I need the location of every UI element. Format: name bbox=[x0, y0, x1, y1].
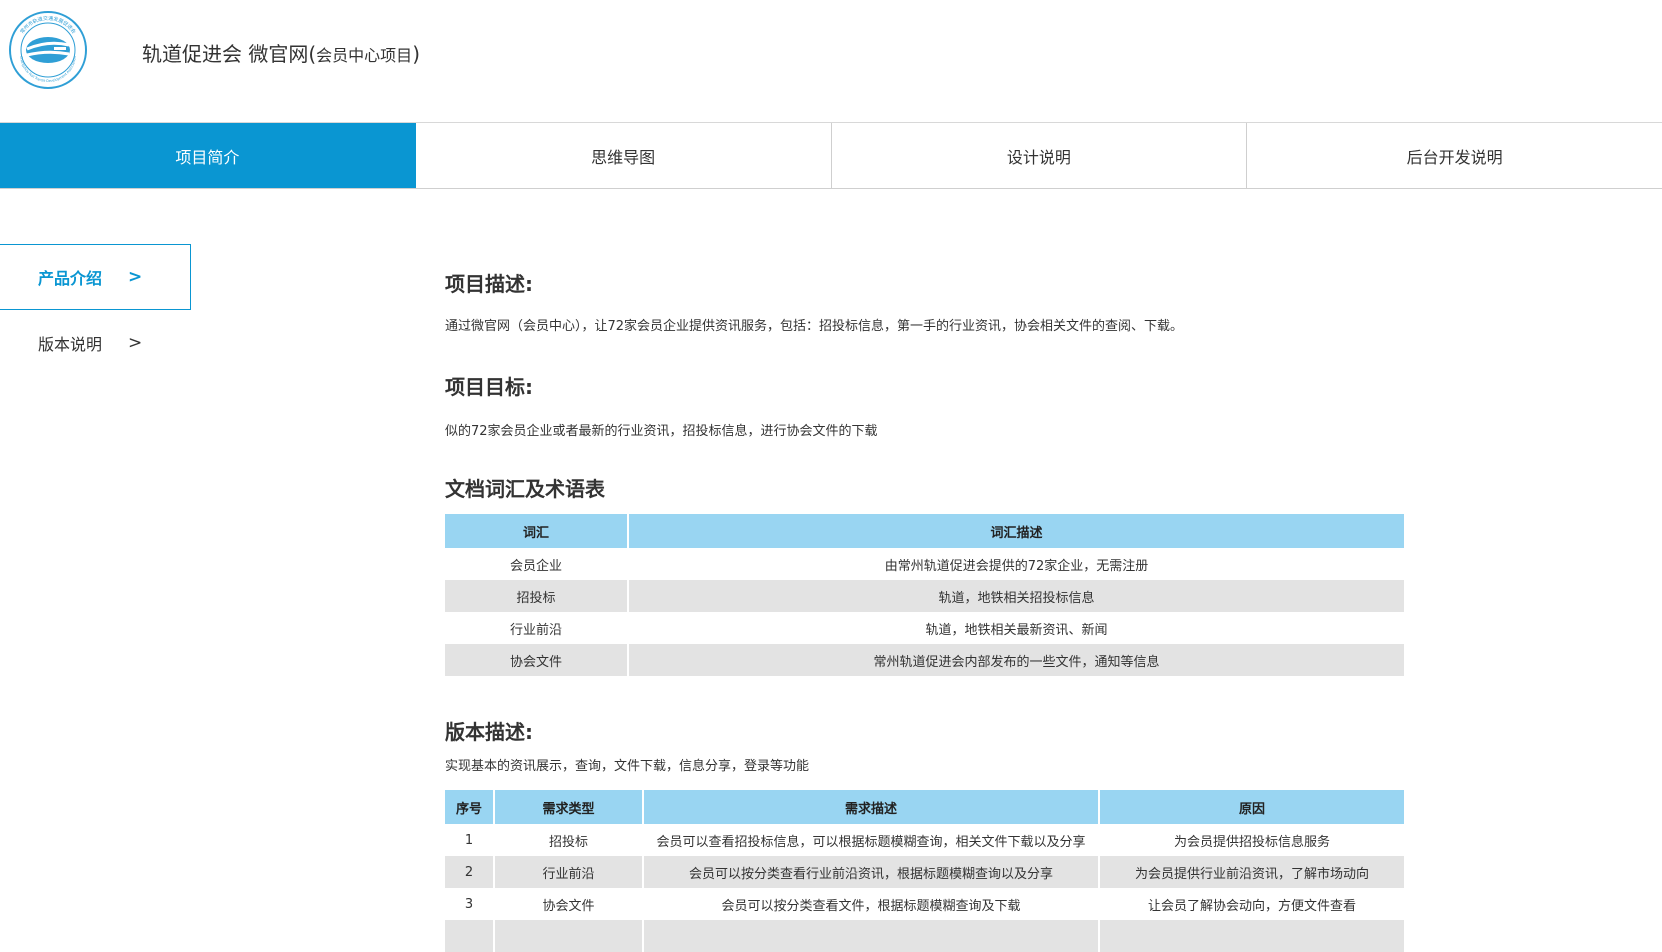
tab-backend-notes[interactable]: 后台开发说明 bbox=[1247, 123, 1662, 188]
tab-project-intro[interactable]: 项目简介 bbox=[0, 123, 416, 188]
glossary-table: 词汇 词汇描述 会员企业 由常州轨道促进会提供的72家企业，无需注册 招投标 轨… bbox=[445, 514, 1404, 676]
table-cell: 为会员提供招投标信息服务 bbox=[1173, 834, 1330, 850]
table-row bbox=[445, 920, 1404, 952]
sidebar-item-label: 产品介绍 bbox=[38, 269, 103, 288]
sidebar-item-product-intro[interactable]: 产品介绍 > bbox=[0, 244, 191, 310]
version-description-heading: 版本描述: bbox=[445, 720, 533, 744]
logo-icon: 常州市轨道交通发展促进会 Changzhou Rail Transit Deve… bbox=[9, 11, 87, 89]
tab-design-notes[interactable]: 设计说明 bbox=[832, 123, 1248, 188]
table-cell: 会员可以按分类查看文件，根据标题模糊查询及下载 bbox=[643, 888, 1100, 920]
table-cell: 招投标 bbox=[445, 580, 629, 612]
sidebar-item-version-notes[interactable]: 版本说明 > bbox=[0, 310, 191, 376]
site-header: 常州市轨道交通发展促进会 Changzhou Rail Transit Deve… bbox=[0, 0, 1662, 123]
table-row: 协会文件 常州轨道促进会内部发布的一些文件，通知等信息 bbox=[445, 644, 1404, 676]
column-header: 原因 bbox=[1099, 790, 1404, 824]
main-nav: 项目简介 思维导图 设计说明 后台开发说明 bbox=[0, 123, 1662, 189]
glossary-heading: 文档词汇及术语表 bbox=[445, 477, 605, 501]
sidebar-item-label: 版本说明 bbox=[38, 335, 103, 354]
project-description-text: 通过微官网（会员中心），让72家会员企业提供资讯服务，包括：招投标信息，第一手的… bbox=[445, 319, 1184, 334]
site-title: 轨道促进会 微官网(会员中心项目) bbox=[142, 38, 420, 67]
table-row: 3 协会文件 会员可以按分类查看文件，根据标题模糊查询及下载 让会员了解协会动向… bbox=[445, 888, 1404, 920]
table-row: 2 行业前沿 会员可以按分类查看行业前沿资讯，根据标题模糊查询以及分享 为会员提… bbox=[445, 856, 1404, 888]
table-cell: 由常州轨道促进会提供的72家企业，无需注册 bbox=[884, 558, 1149, 574]
sidebar: 产品介绍 > 版本说明 > bbox=[0, 244, 191, 376]
main-content: 项目描述: 通过微官网（会员中心），让72家会员企业提供资讯服务，包括：招投标信… bbox=[445, 268, 1405, 952]
table-cell: 1 bbox=[445, 824, 495, 856]
column-header: 词汇 bbox=[445, 514, 629, 548]
table-cell: 让会员了解协会动向，方便文件查看 bbox=[1147, 898, 1356, 914]
table-cell: 招投标 bbox=[494, 824, 644, 856]
table-row: 1 招投标 会员可以查看招投标信息，可以根据标题模糊查询，相关文件下载以及分享 … bbox=[445, 824, 1404, 856]
table-cell: 协会文件 bbox=[494, 888, 644, 920]
table-cell: 会员可以按分类查看行业前沿资讯，根据标题模糊查询以及分享 bbox=[643, 856, 1100, 888]
table-cell: 2 bbox=[445, 856, 495, 888]
table-cell: 会员企业 bbox=[445, 548, 629, 580]
table-cell: 为会员提供行业前沿资讯，了解市场动向 bbox=[1099, 856, 1404, 888]
table-row: 招投标 轨道，地铁相关招投标信息 bbox=[445, 580, 1404, 612]
site-title-sub: 会员中心项目 bbox=[316, 46, 413, 65]
table-cell: 轨道，地铁相关招投标信息 bbox=[628, 580, 1404, 612]
column-header: 词汇描述 bbox=[628, 514, 1404, 548]
project-goal-text: 似的72家会员企业或者最新的行业资讯，招投标信息，进行协会文件的下载 bbox=[445, 424, 878, 439]
column-header: 需求类型 bbox=[494, 790, 644, 824]
site-title-end: ) bbox=[412, 42, 420, 66]
table-cell: 行业前沿 bbox=[445, 612, 629, 644]
site-title-main: 轨道促进会 微官网( bbox=[142, 42, 317, 66]
table-cell: 行业前沿 bbox=[494, 856, 644, 888]
requirements-table: 序号 需求类型 需求描述 原因 1 招投标 会员可以查看招投标信息，可以根据标题… bbox=[445, 790, 1404, 952]
table-cell: 3 bbox=[445, 888, 495, 920]
table-row: 行业前沿 轨道，地铁相关最新资讯、新闻 bbox=[445, 612, 1404, 644]
table-cell: 协会文件 bbox=[445, 644, 629, 676]
chevron-right-icon: > bbox=[128, 267, 143, 287]
table-cell: 会员可以查看招投标信息，可以根据标题模糊查询，相关文件下载以及分享 bbox=[643, 824, 1100, 856]
table-header-row: 词汇 词汇描述 bbox=[445, 514, 1404, 548]
table-cell: 常州轨道促进会内部发布的一些文件，通知等信息 bbox=[628, 644, 1404, 676]
table-row: 会员企业 由常州轨道促进会提供的72家企业，无需注册 bbox=[445, 548, 1404, 580]
tab-mind-map[interactable]: 思维导图 bbox=[416, 123, 832, 188]
table-cell bbox=[445, 920, 495, 952]
column-header: 序号 bbox=[445, 790, 495, 824]
table-header-row: 序号 需求类型 需求描述 原因 bbox=[445, 790, 1404, 824]
column-header: 需求描述 bbox=[643, 790, 1100, 824]
table-cell bbox=[1099, 920, 1404, 952]
project-goal-heading: 项目目标: bbox=[445, 375, 533, 399]
table-cell bbox=[643, 920, 1100, 952]
chevron-right-icon: > bbox=[128, 333, 143, 353]
table-cell: 轨道，地铁相关最新资讯、新闻 bbox=[925, 622, 1108, 638]
table-cell bbox=[494, 920, 644, 952]
project-description-heading: 项目描述: bbox=[445, 272, 533, 296]
version-description-text: 实现基本的资讯展示，查询，文件下载，信息分享，登录等功能 bbox=[445, 759, 810, 774]
